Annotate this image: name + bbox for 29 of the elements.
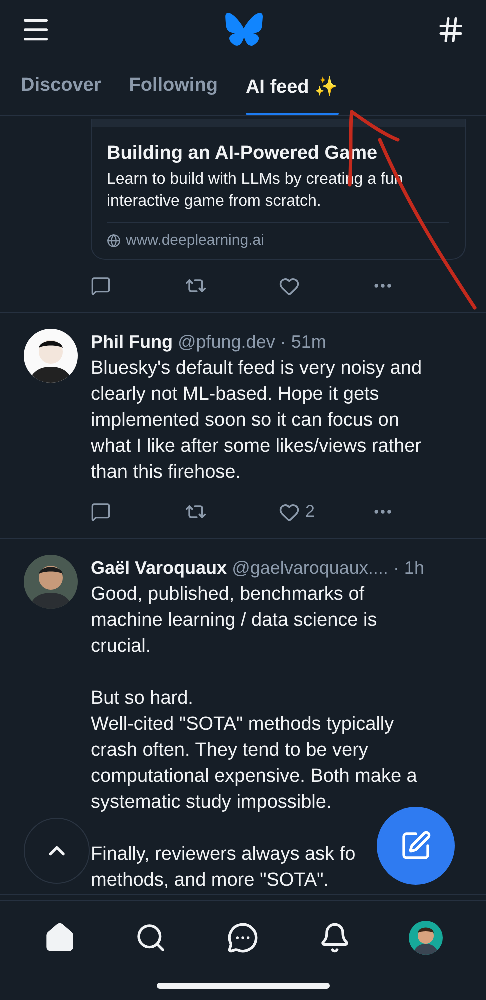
globe-icon — [107, 234, 121, 248]
reply-icon[interactable] — [91, 502, 111, 522]
post-text: Finally, reviewers always ask fo methods, and more "SOTA". — [91, 843, 356, 893]
author-handle[interactable]: @gaelvaroquaux.... — [232, 555, 388, 581]
author-name[interactable]: Phil Fung — [91, 329, 173, 355]
avatar[interactable] — [409, 921, 444, 955]
pencil-icon — [400, 830, 432, 862]
post-text: Good, published, benchmarks of machine learning / data science is crucial. — [91, 583, 378, 659]
feed-tab[interactable]: Following — [129, 60, 218, 115]
avatar — [24, 555, 78, 609]
home-icon[interactable] — [44, 922, 76, 954]
author-handle[interactable]: @pfung.dev — [178, 329, 276, 355]
search-icon[interactable] — [135, 922, 168, 954]
author-name[interactable]: Gaël Varoquaux — [91, 555, 228, 581]
avatar — [24, 329, 78, 383]
feed-tab[interactable]: AI feed ✨ — [246, 60, 339, 115]
reply-icon[interactable] — [91, 276, 111, 296]
bell-icon[interactable] — [318, 922, 351, 954]
like-count: 2 — [306, 502, 315, 522]
post-time: · 51m — [280, 331, 326, 354]
post-text: Bluesky's default feed is very noisy and clearly not ML-based. Hope it gets implemented soon so it can focus on what I like after some likes/views rather than this firehose. — [91, 357, 422, 485]
post-text: But so hard. Well-cited "SOTA" methods typically crash often. They tend to be very computational expensive. Both make a systematic study impossible. — [91, 687, 418, 815]
chat-icon[interactable] — [226, 922, 259, 954]
feed-tab[interactable]: Discover — [21, 60, 102, 115]
like-icon[interactable] — [278, 276, 300, 296]
post-time: · 1h — [393, 557, 424, 580]
like-icon[interactable] — [278, 502, 300, 522]
card-domain: www.deeplearning.ai — [126, 232, 264, 249]
butterfly-logo[interactable] — [225, 13, 263, 47]
